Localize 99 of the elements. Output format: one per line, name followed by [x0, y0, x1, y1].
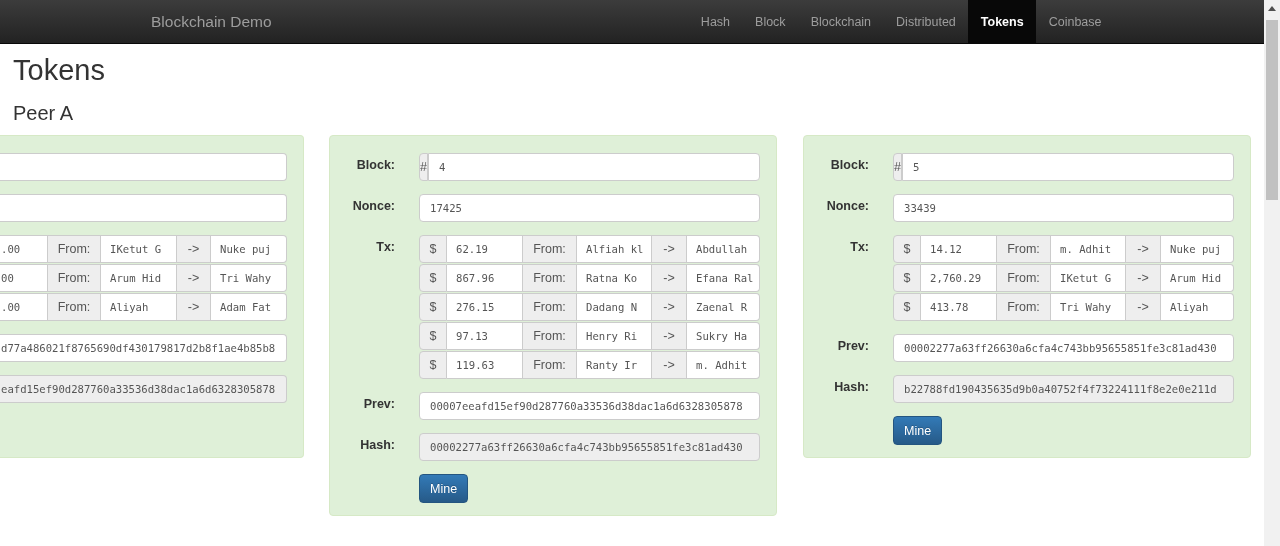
- peer-title: Peer A: [12, 101, 75, 126]
- sender-field[interactable]: IKetut G: [101, 235, 177, 263]
- amount-field[interactable]: 2,760.29: [921, 264, 997, 292]
- arrow-addon: ->: [652, 322, 687, 350]
- block-number-field[interactable]: [0, 153, 287, 181]
- prefix-addon: #: [419, 153, 428, 181]
- sender-field[interactable]: Alfiah kl: [577, 235, 652, 263]
- amount-field[interactable]: 867.96: [447, 264, 523, 292]
- prev-hash-field[interactable]: 00007eeafd15ef90d287760a33536d38dac1a6d6328305878: [419, 392, 760, 420]
- sender-field[interactable]: Dadang N: [577, 293, 652, 321]
- brand-title[interactable]: Blockchain Demo: [0, 0, 601, 43]
- arrow-addon: ->: [1126, 235, 1161, 263]
- recipient-field[interactable]: Efana Ral: [687, 264, 760, 292]
- recipient-field[interactable]: Arum Hid: [1161, 264, 1234, 292]
- arrow-addon: ->: [177, 293, 211, 321]
- sender-field[interactable]: IKetut G: [1051, 264, 1126, 292]
- prefix-addon: #: [893, 153, 902, 181]
- currency-addon: $: [419, 235, 447, 263]
- block-number-field[interactable]: 4: [427, 153, 760, 181]
- arrow-addon: ->: [177, 264, 211, 292]
- arrow-addon: ->: [652, 235, 687, 263]
- from-addon: From:: [523, 293, 577, 321]
- recipient-field[interactable]: Sukry Ha: [687, 322, 760, 350]
- sender-field[interactable]: Aliyah: [101, 293, 177, 321]
- nav-tab[interactable]: Hash: [688, 0, 743, 43]
- sender-field[interactable]: Tri Wahy: [1051, 293, 1126, 321]
- field-label: Prev:: [362, 396, 395, 411]
- prev-hash-field[interactable]: 00002277a63ff26630a6cfa4c743bb95655851fe3c81ad430: [893, 334, 1234, 362]
- nonce-field[interactable]: 33439: [893, 194, 1234, 222]
- recipient-field[interactable]: Adam Fat: [211, 293, 287, 321]
- prev-hash-field[interactable]: d77a486021f8765690df430179817d2b8f1ae4b85b8: [0, 334, 287, 362]
- currency-addon: $: [419, 293, 447, 321]
- amount-field[interactable]: 62.19: [447, 235, 523, 263]
- page-title: Tokens: [12, 53, 106, 88]
- field-label: Hash:: [833, 379, 869, 394]
- nonce-field[interactable]: [0, 194, 287, 222]
- recipient-field[interactable]: Nuke puj: [1161, 235, 1234, 263]
- from-addon: From:: [997, 293, 1051, 321]
- amount-field[interactable]: 413.78: [921, 293, 997, 321]
- amount-field[interactable]: .00: [0, 293, 48, 321]
- nav-tab[interactable]: Distributed: [883, 0, 969, 43]
- hash-field: b22788fd190435635d9b0a40752f4f73224111f8e2e0e211d: [893, 375, 1234, 403]
- currency-addon: $: [419, 322, 447, 350]
- currency-addon: $: [893, 293, 921, 321]
- from-addon: From:: [48, 264, 101, 292]
- nonce-field[interactable]: 17425: [419, 194, 760, 222]
- from-addon: From:: [48, 235, 101, 263]
- arrow-addon: ->: [652, 264, 687, 292]
- from-addon: From:: [523, 351, 577, 379]
- nav-tab[interactable]: Coinbase: [1036, 0, 1114, 43]
- amount-field[interactable]: 00: [0, 264, 48, 292]
- block-number-field[interactable]: 5: [901, 153, 1234, 181]
- currency-addon: $: [893, 235, 921, 263]
- from-addon: From:: [523, 235, 577, 263]
- recipient-field[interactable]: Zaenal R: [687, 293, 760, 321]
- from-addon: From:: [997, 235, 1051, 263]
- field-label: Tx:: [849, 239, 869, 254]
- arrow-addon: ->: [1126, 293, 1161, 321]
- from-addon: From:: [523, 322, 577, 350]
- scrollbar[interactable]: [1264, 0, 1280, 546]
- from-addon: From:: [523, 264, 577, 292]
- recipient-field[interactable]: Nuke puj: [211, 235, 287, 263]
- sender-field[interactable]: m. Adhit: [1051, 235, 1126, 263]
- hash-field: 00002277a63ff26630a6cfa4c743bb95655851fe3c81ad430: [419, 433, 760, 461]
- nav-tab[interactable]: Blockchain: [798, 0, 884, 43]
- arrow-addon: ->: [652, 351, 687, 379]
- hash-field: eafd15ef90d287760a33536d38dac1a6d6328305878: [0, 375, 287, 403]
- sender-field[interactable]: Arum Hid: [101, 264, 177, 292]
- field-label: Block:: [829, 157, 869, 172]
- amount-field[interactable]: 14.12: [921, 235, 997, 263]
- mine-button[interactable]: Mine: [419, 474, 469, 503]
- field-label: Prev:: [836, 338, 869, 353]
- recipient-field[interactable]: Aliyah: [1161, 293, 1234, 321]
- from-addon: From:: [48, 293, 101, 321]
- recipient-field[interactable]: m. Adhit: [687, 351, 760, 379]
- amount-field[interactable]: .00: [0, 235, 48, 263]
- currency-addon: $: [419, 351, 447, 379]
- arrow-addon: ->: [177, 235, 211, 263]
- nav-tab[interactable]: Tokens: [968, 0, 1037, 43]
- sender-field[interactable]: Ranty Ir: [577, 351, 652, 379]
- recipient-field[interactable]: Abdullah: [687, 235, 760, 263]
- currency-addon: $: [893, 264, 921, 292]
- currency-addon: $: [419, 264, 447, 292]
- sender-field[interactable]: Henry Ri: [577, 322, 652, 350]
- sender-field[interactable]: Ratna Ko: [577, 264, 652, 292]
- field-label: Tx:: [375, 239, 395, 254]
- amount-field[interactable]: 276.15: [447, 293, 523, 321]
- field-label: Hash:: [359, 437, 395, 452]
- recipient-field[interactable]: Tri Wahy: [211, 264, 287, 292]
- field-label: Nonce:: [351, 198, 395, 213]
- arrow-addon: ->: [1126, 264, 1161, 292]
- from-addon: From:: [997, 264, 1051, 292]
- arrow-addon: ->: [652, 293, 687, 321]
- amount-field[interactable]: 97.13: [447, 322, 523, 350]
- field-label: Block:: [355, 157, 395, 172]
- field-label: Nonce:: [825, 198, 869, 213]
- nav-tab[interactable]: Block: [742, 0, 799, 43]
- amount-field[interactable]: 119.63: [447, 351, 523, 379]
- mine-button[interactable]: Mine: [893, 416, 943, 445]
